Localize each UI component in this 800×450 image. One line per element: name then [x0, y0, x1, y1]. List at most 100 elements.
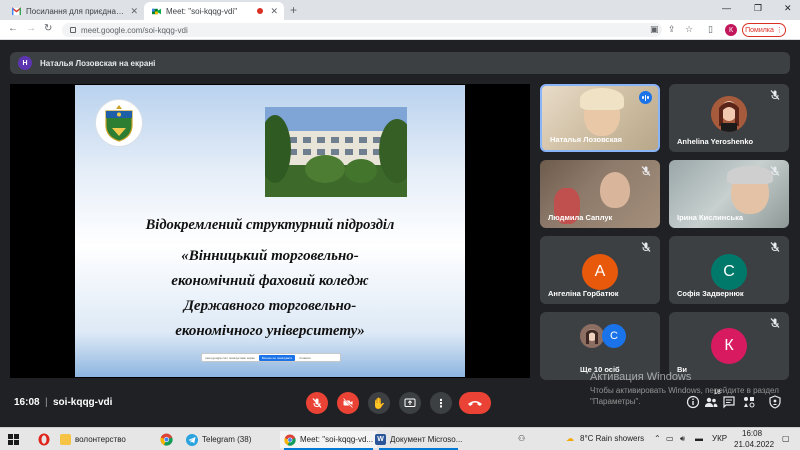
close-tab-icon[interactable]: ✕: [130, 6, 138, 17]
restore-icon[interactable]: ❐: [754, 3, 762, 14]
present-now-button[interactable]: [399, 392, 421, 414]
browser-error-button[interactable]: Помилка ⋮: [742, 23, 786, 37]
more-vert-icon: ⋮: [775, 27, 783, 34]
leave-call-button[interactable]: [459, 392, 491, 414]
taskbar-item-label: Telegram (38): [202, 435, 252, 444]
people-icon[interactable]: [704, 395, 718, 409]
word-icon: W: [375, 434, 386, 445]
participant-tile[interactable]: Anhelina Yeroshenko: [669, 84, 789, 152]
mic-off-icon: [770, 90, 780, 100]
forward-icon[interactable]: →: [26, 23, 36, 34]
self-avatar: К: [711, 328, 747, 364]
browser-toolbar: ← → ↻ meet.google.com/soi-kqqg-vdi ▣ ⇪ ☆…: [0, 20, 800, 40]
participant-tile[interactable]: Людмила Саплук: [540, 160, 660, 228]
participant-name: Ірина Кислинська: [677, 213, 744, 222]
chrome-icon: [284, 433, 296, 446]
windows-taskbar: волонтерство Telegram (38) Meet: "soi-kq…: [0, 427, 800, 450]
weather-text[interactable]: 8°C Rain showers: [580, 434, 644, 443]
participants-count-badge: 18: [714, 390, 721, 396]
profile-avatar[interactable]: К: [725, 24, 737, 36]
raise-hand-button[interactable]: ✋: [368, 392, 390, 414]
taskbar-item-label: Документ Microso...: [390, 435, 463, 444]
meeting-clock: 16:08: [14, 397, 40, 408]
participant-tile[interactable]: А Ангеліна Горбатюк: [540, 236, 660, 304]
hide-share-button[interactable]: Сховати: [299, 356, 311, 360]
url-text: meet.google.com/soi-kqqg-vdi: [81, 25, 188, 35]
activation-watermark-title: Активация Windows: [590, 371, 692, 383]
close-tab-icon[interactable]: ✕: [270, 6, 278, 17]
slide-line-4: Державного торговельно-: [183, 298, 357, 314]
volume-icon[interactable]: 🔊︎: [680, 434, 685, 444]
host-controls-icon[interactable]: [768, 395, 782, 409]
network-icon[interactable]: ▭: [666, 434, 674, 443]
share-notice-text: meet.google.com показує ваш екран: [205, 355, 255, 360]
more-vert-icon: ⋮: [435, 397, 447, 410]
taskbar-date[interactable]: 21.04.2022: [734, 440, 774, 449]
more-options-button[interactable]: ⋮: [430, 392, 452, 414]
slide-line-2: «Вінницький торговельно-: [181, 248, 359, 264]
hand-icon: ✋: [372, 397, 386, 410]
address-bar[interactable]: meet.google.com/soi-kqqg-vdi: [62, 23, 662, 37]
opera-icon[interactable]: [38, 433, 50, 446]
camera-permission-icon[interactable]: ▣: [650, 24, 659, 35]
participant-name: Людмила Саплук: [548, 213, 613, 222]
taskbar-item-meet[interactable]: Meet: "soi-kqqg-vd...: [280, 431, 378, 450]
toggle-mic-button[interactable]: [306, 392, 328, 414]
participant-avatar: С: [602, 324, 626, 348]
tab-invite-link[interactable]: Посилання для приєднання до ✕: [4, 2, 144, 20]
present-screen-icon: [404, 398, 416, 407]
folder-icon: [60, 434, 71, 445]
taskbar-item-label: волонтерство: [75, 435, 126, 444]
battery-icon[interactable]: ▬: [695, 434, 703, 443]
tab-title: Meet: "soi-kqqg-vdi": [166, 6, 238, 16]
taskbar-item-word[interactable]: W Документ Microso...: [375, 431, 463, 450]
self-tile[interactable]: К Ви: [669, 312, 789, 380]
reload-icon[interactable]: ↻: [44, 23, 52, 34]
taskbar-time[interactable]: 16:08: [742, 429, 762, 438]
lock-icon: [70, 27, 76, 33]
new-tab-icon[interactable]: +: [290, 3, 297, 17]
participant-photo: [711, 96, 747, 132]
windows-start-icon[interactable]: [8, 434, 19, 445]
window-close-icon[interactable]: ✕: [784, 3, 792, 14]
camera-off-icon: [343, 398, 353, 408]
mic-off-icon: [770, 318, 780, 328]
notifications-icon[interactable]: ▢: [782, 434, 790, 443]
hang-up-icon: [468, 401, 482, 406]
minimize-icon[interactable]: —: [722, 3, 731, 13]
presenting-banner: Н Наталья Лозовская на екрані: [10, 52, 790, 74]
meeting-separator: |: [45, 397, 48, 408]
college-building-photo: [265, 107, 407, 197]
people-tray-icon[interactable]: ⚇: [518, 434, 525, 443]
participant-tile[interactable]: Наталья Лозовская: [540, 84, 660, 152]
participant-tile[interactable]: Ірина Кислинська: [669, 160, 789, 228]
side-panel-icon[interactable]: ▯: [708, 24, 713, 35]
chat-icon[interactable]: [722, 395, 736, 409]
error-label: Помилка: [745, 26, 774, 34]
keyboard-language[interactable]: УКР: [712, 434, 727, 443]
stop-sharing-button[interactable]: Більше не показувати: [258, 354, 296, 361]
mic-off-icon: [770, 242, 780, 252]
back-icon[interactable]: ←: [8, 23, 18, 34]
more-participants-tile[interactable]: С Ще 10 осіб: [540, 312, 660, 380]
gmail-icon: [12, 6, 21, 15]
presentation-slide: Відокремлений структурний підрозділ «Він…: [75, 85, 465, 377]
participant-tile[interactable]: С Софія Задвернюк: [669, 236, 789, 304]
toggle-camera-button[interactable]: [337, 392, 359, 414]
meeting-details-icon[interactable]: [686, 395, 700, 409]
bookmark-star-icon[interactable]: ☆: [685, 24, 693, 35]
share-icon[interactable]: ⇪: [668, 24, 676, 35]
participant-video: [580, 88, 624, 110]
meeting-code: soi-kqqg-vdi: [53, 397, 113, 408]
presenting-text: Наталья Лозовская на екрані: [40, 58, 156, 68]
taskbar-item-folder[interactable]: волонтерство: [60, 431, 126, 448]
college-crest-logo: [95, 99, 143, 147]
speaking-indicator-icon: [639, 91, 652, 104]
mic-off-icon: [770, 166, 780, 176]
tray-overflow-icon[interactable]: ⌃: [654, 434, 661, 443]
presentation-stage[interactable]: Відокремлений структурний підрозділ «Він…: [10, 84, 530, 378]
tab-meet[interactable]: Meet: "soi-kqqg-vdi" ✕: [144, 2, 284, 20]
taskbar-item-telegram[interactable]: Telegram (38): [186, 431, 251, 448]
chrome-icon[interactable]: [160, 433, 173, 446]
activities-icon[interactable]: [742, 395, 756, 409]
